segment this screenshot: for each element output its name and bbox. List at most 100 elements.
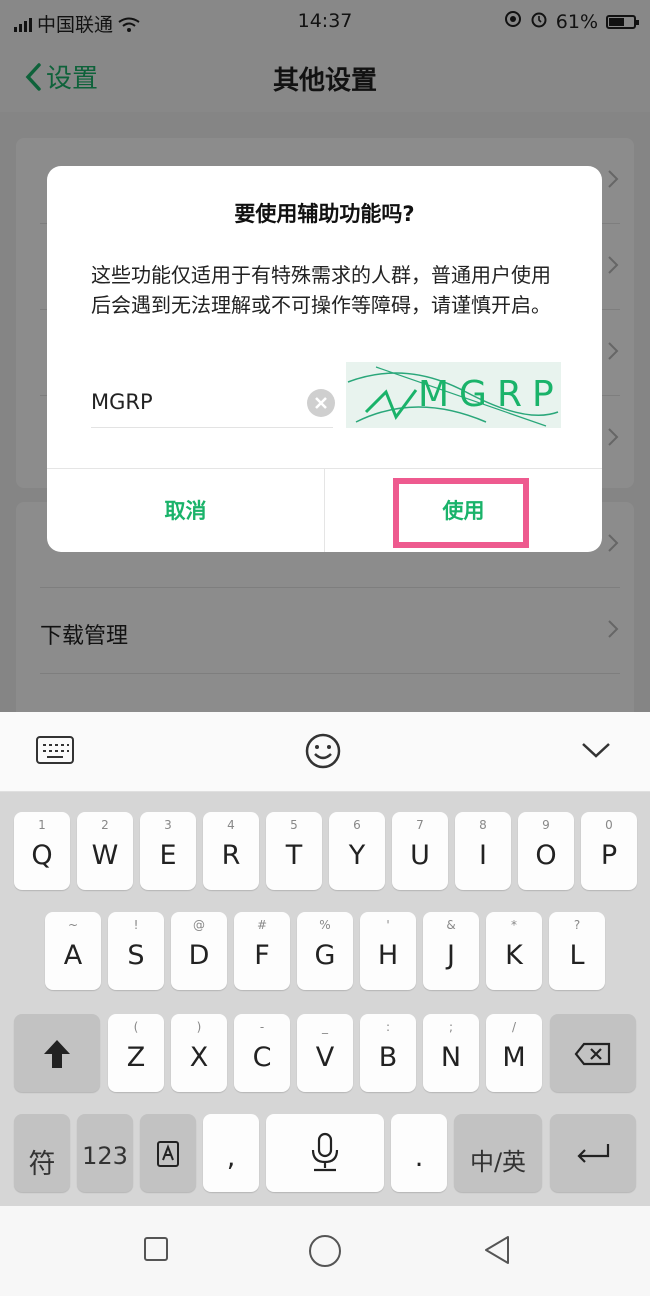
language-switch-key[interactable]: 中/英 (454, 1114, 542, 1192)
key-alt-label: ) (196, 1020, 202, 1034)
key-w[interactable]: 2W (77, 812, 133, 890)
key-alt-label: 5 (290, 818, 298, 832)
key-label: N (440, 1042, 462, 1073)
key-e[interactable]: 3E (140, 812, 196, 890)
key-label: H (377, 940, 399, 971)
key-d[interactable]: @ D (171, 912, 227, 990)
key-alt-label: & (446, 918, 456, 932)
key-l[interactable]: ? L (549, 912, 605, 990)
key-alt-label: % (319, 918, 331, 932)
key-g[interactable]: % G (297, 912, 353, 990)
key-alt-label: _ (322, 1020, 328, 1034)
captcha-image[interactable]: MGRP (346, 362, 561, 428)
captcha-input-value: MGRP (91, 390, 153, 414)
key-label: A (63, 940, 83, 971)
key-n[interactable]: ; N (423, 1014, 479, 1092)
key-label: E (159, 840, 177, 871)
key-alt-label: ; (448, 1020, 454, 1034)
key-o[interactable]: 9O (518, 812, 574, 890)
key-f[interactable]: # F (234, 912, 290, 990)
key-label: C (252, 1042, 272, 1073)
key-i[interactable]: 8I (455, 812, 511, 890)
key-alt-label: * (511, 918, 517, 932)
key-alt-label: 6 (353, 818, 361, 832)
backspace-key[interactable] (550, 1014, 636, 1092)
key-label: I (479, 840, 487, 871)
key-label: T (285, 840, 303, 871)
handwriting-key[interactable] (140, 1114, 196, 1192)
key-m[interactable]: / M (486, 1014, 542, 1092)
key-label: O (535, 840, 557, 871)
navigation-bar (0, 1206, 650, 1296)
key-b[interactable]: :B (360, 1014, 416, 1092)
captcha-image-text: MGRP (418, 374, 561, 415)
accessibility-dialog: 要使用辅助功能吗? 这些功能仅适用于有特殊需求的人群，普通用户使用后会遇到无法理… (47, 166, 602, 552)
enter-key[interactable] (550, 1114, 636, 1192)
comma-key[interactable]: , (203, 1114, 259, 1192)
key-q[interactable]: 1Q (14, 812, 70, 890)
key-label: D (188, 940, 210, 971)
key-r[interactable]: 4R (203, 812, 259, 890)
key-a[interactable]: ~ A (45, 912, 101, 990)
clear-icon[interactable] (307, 389, 335, 417)
home-icon[interactable] (308, 1234, 342, 1272)
key-s[interactable]: ! S (108, 912, 164, 990)
backspace-icon (574, 1042, 611, 1066)
key-label: M (502, 1042, 526, 1073)
key-z[interactable]: (Z (108, 1014, 164, 1092)
key-alt-label: 1 (38, 818, 46, 832)
key-k[interactable]: * K (486, 912, 542, 990)
handwriting-icon (157, 1141, 179, 1167)
dialog-message: 这些功能仅适用于有特殊需求的人群，普通用户使用后会遇到无法理解或不可操作等障碍，… (91, 263, 551, 317)
back-nav-icon[interactable] (482, 1234, 512, 1270)
space-voice-key[interactable] (266, 1114, 384, 1192)
key-label: S (127, 940, 145, 971)
key-label: V (315, 1042, 335, 1073)
key-alt-label: ? (573, 918, 581, 932)
key-alt-label: @ (193, 918, 205, 932)
period-key[interactable]: . (391, 1114, 447, 1192)
collapse-keyboard-icon[interactable] (580, 740, 612, 764)
key-label: Z (126, 1042, 146, 1073)
key-alt-label: 9 (542, 818, 550, 832)
cancel-button[interactable]: 取消 (47, 468, 324, 552)
key-v[interactable]: _ V (297, 1014, 353, 1092)
microphone-icon (311, 1132, 339, 1172)
key-label: L (569, 940, 585, 971)
captcha-input[interactable]: MGRP (91, 378, 335, 428)
key-label: J (447, 940, 455, 971)
key-label: Q (31, 840, 53, 871)
highlight-box (393, 478, 529, 548)
key-alt-label: - (259, 1020, 265, 1034)
key-alt-label: 7 (416, 818, 424, 832)
emoji-icon[interactable] (304, 732, 342, 774)
key-j[interactable]: & J (423, 912, 479, 990)
symbols-key[interactable]: 符 (14, 1114, 70, 1192)
key-y[interactable]: 6Y (329, 812, 385, 890)
key-c[interactable]: -C (234, 1014, 290, 1092)
shift-key[interactable] (14, 1014, 100, 1092)
keyboard-icon[interactable] (36, 736, 74, 768)
key-u[interactable]: 7U (392, 812, 448, 890)
shift-icon (44, 1040, 70, 1068)
key-alt-label: 8 (479, 818, 487, 832)
key-alt-label: # (256, 918, 268, 932)
key-label: Y (348, 840, 366, 871)
key-p[interactable]: 0P (581, 812, 637, 890)
key-alt-label: ' (386, 918, 390, 932)
key-h[interactable]: ' H (360, 912, 416, 990)
numbers-key[interactable]: 123 (77, 1114, 133, 1192)
key-alt-label: ( (133, 1020, 139, 1034)
dialog-title: 要使用辅助功能吗? (234, 202, 415, 226)
keyboard-toolbar (0, 712, 650, 792)
recent-apps-icon[interactable] (143, 1236, 169, 1266)
key-label: W (91, 840, 119, 871)
key-alt-label: 4 (227, 818, 235, 832)
key-label: P (600, 840, 618, 871)
key-alt-label: : (385, 1020, 391, 1034)
key-label: K (505, 940, 523, 971)
key-label: R (221, 840, 241, 871)
key-t[interactable]: 5T (266, 812, 322, 890)
key-x[interactable]: ) X (171, 1014, 227, 1092)
keyboard: 1Q2W3E4R5T6Y7U8I9O0P ~ A! S @ D # F% G ' H & J * K? L … (0, 792, 650, 1206)
